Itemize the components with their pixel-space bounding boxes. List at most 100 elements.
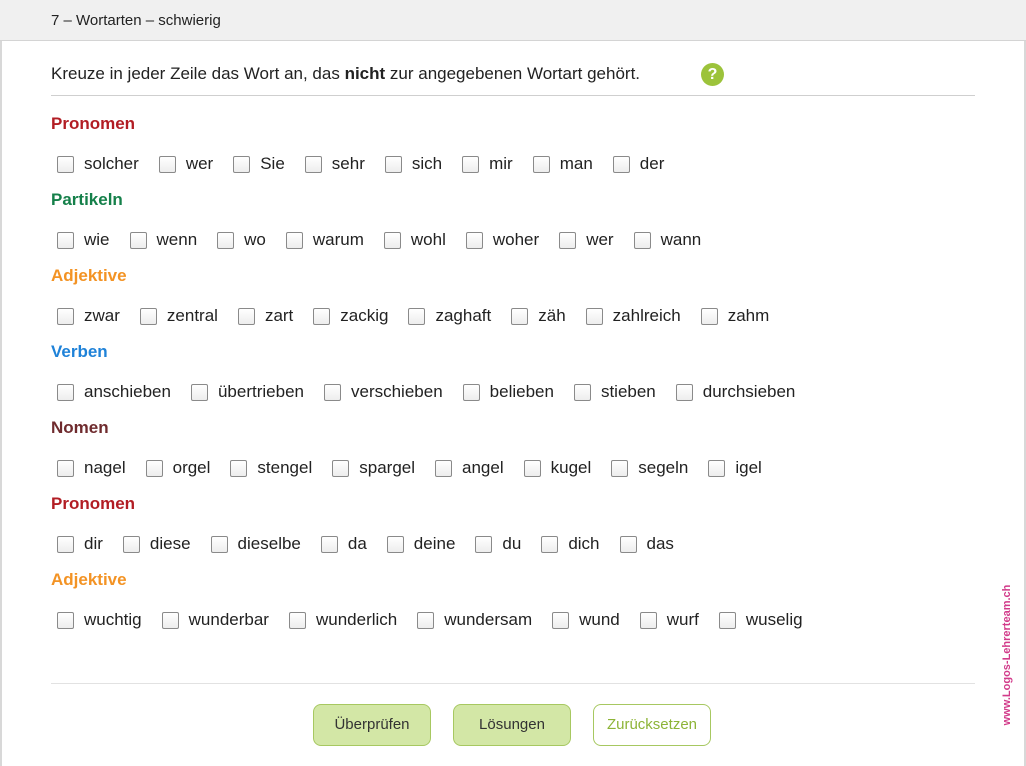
word-option[interactable]: verschieben [323,382,443,402]
word-option[interactable]: sich [384,154,442,174]
checkbox[interactable] [237,307,255,325]
checkbox[interactable] [523,459,541,477]
word-option[interactable]: wo [217,230,266,250]
checkbox[interactable] [435,459,453,477]
word-option[interactable]: wer [158,154,213,174]
checkbox[interactable] [462,383,480,401]
checkbox[interactable] [700,307,718,325]
word-option[interactable]: deine [386,534,455,554]
checkbox[interactable] [313,307,331,325]
word-option[interactable]: wie [57,230,110,250]
checkbox[interactable] [384,155,402,173]
checkbox[interactable] [233,155,251,173]
word-option[interactable]: spargel [332,458,415,478]
checkbox[interactable] [158,155,176,173]
check-button[interactable]: Überprüfen [313,704,431,746]
word-option[interactable]: wenn [129,230,197,250]
help-icon[interactable]: ? [701,63,724,86]
word-option[interactable]: stieben [573,382,656,402]
word-option[interactable]: zäh [511,306,566,326]
word-option[interactable]: zwar [57,306,120,326]
word-option[interactable]: dich [541,534,600,554]
word-option[interactable]: solcher [57,154,139,174]
checkbox[interactable] [386,535,404,553]
checkbox[interactable] [57,383,74,401]
checkbox[interactable] [619,535,637,553]
word-option[interactable]: Sie [233,154,285,174]
checkbox[interactable] [190,383,208,401]
checkbox[interactable] [675,383,693,401]
word-option[interactable]: kugel [523,458,591,478]
checkbox[interactable] [139,307,157,325]
word-option[interactable]: segeln [611,458,688,478]
checkbox[interactable] [320,535,338,553]
word-option[interactable]: wuchtig [57,610,142,630]
word-option[interactable]: warum [285,230,364,250]
word-option[interactable]: zaghaft [408,306,491,326]
word-option[interactable]: igel [708,458,762,478]
word-option[interactable]: sehr [304,154,365,174]
word-option[interactable]: du [475,534,521,554]
word-option[interactable]: übertrieben [190,382,304,402]
word-option[interactable]: zahlreich [585,306,681,326]
word-option[interactable]: dir [57,534,103,554]
checkbox[interactable] [210,535,228,553]
word-option[interactable]: mir [462,154,513,174]
checkbox[interactable] [462,155,480,173]
word-option[interactable]: man [532,154,593,174]
checkbox[interactable] [573,383,591,401]
checkbox[interactable] [57,155,74,173]
word-option[interactable]: da [320,534,367,554]
checkbox[interactable] [57,611,74,629]
word-option[interactable]: orgel [145,458,210,478]
checkbox[interactable] [511,307,529,325]
word-option[interactable]: wuselig [718,610,803,630]
checkbox[interactable] [552,611,570,629]
checkbox[interactable] [129,231,147,249]
word-option[interactable]: zackig [313,306,388,326]
checkbox[interactable] [408,307,426,325]
word-option[interactable]: wurf [639,610,699,630]
word-option[interactable]: anschieben [57,382,171,402]
word-option[interactable]: der [612,154,664,174]
word-option[interactable]: belieben [462,382,554,402]
checkbox[interactable] [230,459,248,477]
word-option[interactable]: wundersam [417,610,532,630]
checkbox[interactable] [417,611,435,629]
checkbox[interactable] [559,231,577,249]
word-option[interactable]: nagel [57,458,126,478]
checkbox[interactable] [612,155,630,173]
solutions-button[interactable]: Lösungen [453,704,571,746]
checkbox[interactable] [288,611,306,629]
word-option[interactable]: zentral [139,306,218,326]
word-option[interactable]: wunderlich [288,610,397,630]
checkbox[interactable] [217,231,235,249]
word-option[interactable]: wann [633,230,701,250]
word-option[interactable]: woher [465,230,539,250]
checkbox[interactable] [585,307,603,325]
word-option[interactable]: wer [559,230,614,250]
word-option[interactable]: angel [435,458,504,478]
word-option[interactable]: zart [237,306,293,326]
checkbox[interactable] [332,459,350,477]
checkbox[interactable] [465,231,483,249]
checkbox[interactable] [57,535,74,553]
word-option[interactable]: zahm [700,306,769,326]
checkbox[interactable] [633,231,651,249]
checkbox[interactable] [145,459,163,477]
checkbox[interactable] [475,535,493,553]
checkbox[interactable] [532,155,550,173]
checkbox[interactable] [323,383,341,401]
checkbox[interactable] [161,611,179,629]
reset-button[interactable]: Zurücksetzen [593,704,711,746]
checkbox[interactable] [57,307,74,325]
word-option[interactable]: dieselbe [210,534,301,554]
checkbox[interactable] [383,231,401,249]
checkbox[interactable] [285,231,303,249]
word-option[interactable]: durchsieben [675,382,795,402]
checkbox[interactable] [639,611,657,629]
word-option[interactable]: das [619,534,674,554]
checkbox[interactable] [304,155,322,173]
word-option[interactable]: wohl [383,230,446,250]
checkbox[interactable] [57,231,74,249]
